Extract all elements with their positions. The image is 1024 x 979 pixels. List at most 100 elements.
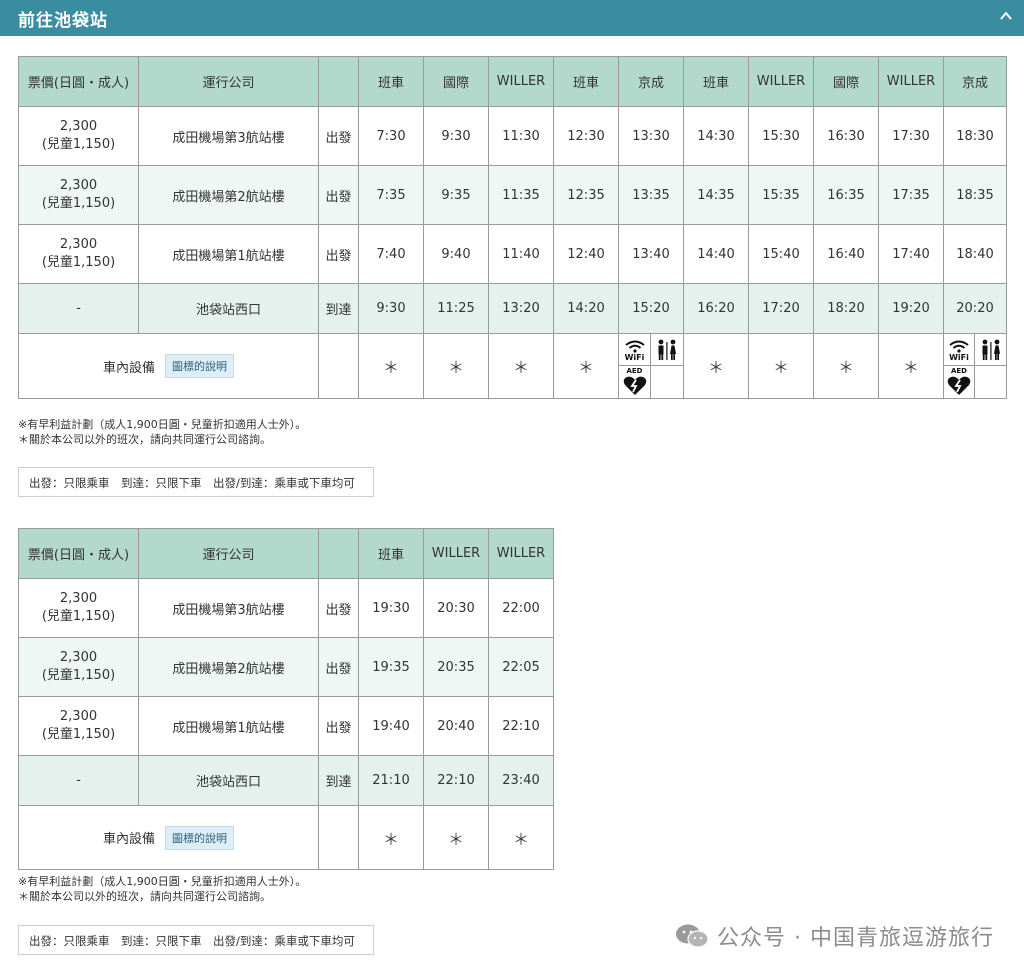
fare-adult: 2,300 [59,178,98,193]
facility-icon-grid: WiFi AED [619,334,683,398]
stop-type: 到達 [318,283,359,334]
boarding-legend: 出發：只限乘車 到達：只限下車 出發/到達：乘車或下車均可 [18,467,374,497]
header-blank [318,56,359,107]
fare-cell: 2,300 (兒童1,150) [18,696,139,756]
fare-child: (兒童1,150) [41,609,116,624]
stop-name: 成田機場第1航站樓 [138,224,319,284]
stop-type: 出發 [318,637,359,697]
time-cell: 16:20 [683,283,749,334]
facility-cell: ＊ [358,333,424,399]
notes-2: ※有早利益計劃（成人1,900日圓・兒童折扣適用人士外）。 ＊關於本公司以外的班… [18,874,306,904]
empty-icon-slot [651,366,683,398]
time-cell: 12:40 [553,224,619,284]
facility-cell: ＊ [683,333,749,399]
table-row: 2,300 (兒童1,150) 成田機場第1航站樓 出發 19:40 20:40 22:10 [18,696,554,756]
header-company: WILLER [488,56,554,107]
stop-name: 成田機場第1航站樓 [138,696,319,756]
time-cell: 14:35 [683,165,749,225]
facility-icon-grid: WiFi AED [944,334,1006,398]
fare-cell: 2,300 (兒童1,150) [18,637,139,697]
time-cell: 9:35 [423,165,489,225]
header-company: WILLER [878,56,944,107]
aed-label: AED [626,367,643,375]
fare-child: (兒童1,150) [41,255,116,270]
table-row: 2,300 (兒童1,150) 成田機場第2航站樓 出發 7:35 9:35 11:35 12… [18,165,1007,225]
table-row: - 池袋站西口 到達 21:10 22:10 23:40 [18,755,554,806]
aed-label: AED [950,367,967,375]
facilities-label: 車內設備 [102,360,155,376]
asterisk-mark: ＊ [382,358,399,377]
icon-legend-button[interactable]: 圖標的說明 [165,354,234,378]
asterisk-mark: ＊ [707,358,724,377]
asterisk-mark: ＊ [837,358,854,377]
facility-cell: ＊ [488,333,554,399]
facilities-label: 車內設備 [102,832,155,847]
header-company: 國際 [423,56,489,107]
section-header[interactable]: 前往池袋站 [0,0,1024,36]
time-cell: 19:30 [358,578,424,638]
time-cell: 20:30 [423,578,489,638]
time-cell: 9:30 [423,106,489,166]
time-cell: 18:20 [813,283,879,334]
time-cell: 17:40 [878,224,944,284]
facility-cell: ＊ [553,333,619,399]
time-cell: 20:35 [423,637,489,697]
blank-cell [318,805,359,870]
stop-name: 成田機場第2航站樓 [138,637,319,697]
facilities-cell: 車內設備 圖標的說明 [18,805,319,870]
wifi-icon: WiFi [619,334,651,366]
time-cell: 7:35 [358,165,424,225]
facility-cell: ＊ [358,805,424,870]
facility-icons-cell: WiFi AED [618,333,684,399]
time-cell: 13:20 [488,283,554,334]
time-cell: 11:35 [488,165,554,225]
header-company: WILLER [488,528,554,579]
time-cell: 17:20 [748,283,814,334]
wifi-label: WiFi [949,353,969,362]
time-cell: 23:40 [488,755,554,806]
fare-adult: 2,300 [59,237,98,252]
table-row: - 池袋站西口 到達 9:30 11:25 13:20 14:20 15:20 16:20 17:… [18,283,1007,334]
fare-cell: 2,300 (兒童1,150) [18,578,139,638]
note-line: ※有早利益計劃（成人1,900日圓・兒童折扣適用人士外）。 [18,875,307,888]
stop-name: 成田機場第3航站樓 [138,106,319,166]
chevron-up-icon[interactable] [998,4,1014,30]
icon-legend-button[interactable]: 圖標的說明 [165,825,234,850]
fare-adult: 2,300 [59,591,98,606]
time-cell: 16:40 [813,224,879,284]
fare-cell: - [18,283,139,334]
time-cell: 19:40 [358,696,424,756]
time-cell: 15:20 [618,283,684,334]
time-cell: 12:35 [553,165,619,225]
facility-cell: ＊ [423,805,489,870]
header-company: 班車 [553,56,619,107]
header-fare: 票價(日圓・成人) [18,56,139,107]
fare-child: (兒童1,150) [41,727,116,742]
note-line: ※有早利益計劃（成人1,900日圓・兒童折扣適用人士外）。 [18,418,307,431]
stop-type: 出發 [318,578,359,638]
time-cell: 11:40 [488,224,554,284]
stop-type: 出發 [318,165,359,225]
header-company: WILLER [748,56,814,107]
stop-type: 到達 [318,755,359,806]
time-cell: 7:40 [358,224,424,284]
asterisk-mark: ＊ [772,358,789,377]
fare-cell: 2,300 (兒童1,150) [18,224,139,284]
notes-1: ※有早利益計劃（成人1,900日圓・兒童折扣適用人士外）。 ＊關於本公司以外的班… [18,417,306,447]
asterisk-mark: ＊ [447,358,464,377]
time-cell: 17:35 [878,165,944,225]
header-company: 京成 [618,56,684,107]
fare-cell: 2,300 (兒童1,150) [18,165,139,225]
aed-icon: AED [945,366,975,398]
time-cell: 14:40 [683,224,749,284]
facility-cell: ＊ [748,333,814,399]
boarding-legend: 出發：只限乘車 到達：只限下車 出發/到達：乘車或下車均可 [18,925,374,955]
toilet-icon [651,335,683,366]
header-company: WILLER [423,528,489,579]
time-cell: 13:30 [618,106,684,166]
asterisk-mark: ＊ [512,358,529,377]
table-row: 2,300 (兒童1,150) 成田機場第3航站樓 出發 19:30 20:30 22:00 [18,578,554,638]
watermark-text: 公众号 · 中国青旅逗游旅行 [717,926,994,951]
table-row: 2,300 (兒童1,150) 成田機場第1航站樓 出發 7:40 9:40 11:40 12… [18,224,1007,284]
table-row: 2,300 (兒童1,150) 成田機場第3航站樓 出發 7:30 9:30 11:30 12… [18,106,1007,166]
